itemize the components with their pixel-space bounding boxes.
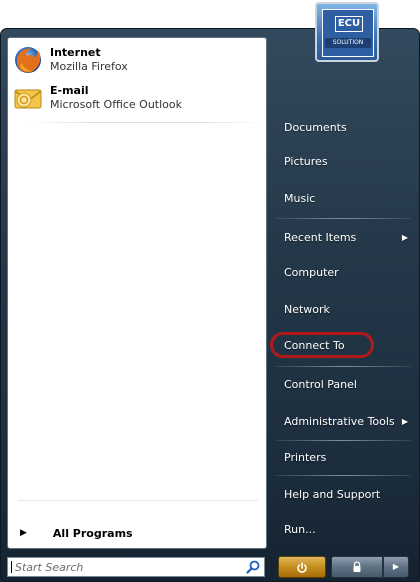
all-programs-separator xyxy=(18,500,258,501)
pinned-programs-panel: Internet Mozilla Firefox E-mail Microsof… xyxy=(7,37,267,549)
user-picture-caption: SOLUTION xyxy=(325,38,371,48)
pinned-item-subtitle: Microsoft Office Outlook xyxy=(50,98,182,111)
pinned-item-title: E-mail xyxy=(50,84,89,97)
menu-item-printers[interactable]: Printers xyxy=(272,445,412,471)
arrow-right-icon: ▶ xyxy=(392,562,400,571)
menu-item-pictures[interactable]: Pictures xyxy=(272,149,412,175)
user-picture[interactable]: ECU SOLUTION xyxy=(315,2,379,62)
menu-item-administrative-tools[interactable]: Administrative Tools ▶ xyxy=(272,409,412,435)
menu-item-label: Network xyxy=(284,303,330,316)
submenu-arrow-icon: ▶ xyxy=(401,417,408,426)
lock-icon xyxy=(353,561,361,572)
firefox-icon xyxy=(15,47,41,73)
highlight-annotation xyxy=(270,332,374,358)
pinned-item-email[interactable]: E-mail Microsoft Office Outlook xyxy=(12,80,262,116)
menu-separator xyxy=(276,440,411,441)
menu-item-label: Music xyxy=(284,192,316,205)
search-icon[interactable] xyxy=(245,559,261,575)
pinned-separator xyxy=(26,122,266,123)
menu-item-control-panel[interactable]: Control Panel xyxy=(272,372,412,398)
menu-item-network[interactable]: Network xyxy=(272,297,412,323)
all-programs-label: All Programs xyxy=(52,526,133,540)
pinned-item-subtitle: Mozilla Firefox xyxy=(50,60,128,73)
pinned-item-title: Internet xyxy=(50,46,101,59)
menu-item-label: Documents xyxy=(284,121,347,134)
menu-separator xyxy=(276,218,411,219)
submenu-arrow-icon: ▶ xyxy=(401,233,408,242)
menu-item-label: Help and Support xyxy=(284,488,381,501)
lock-button[interactable] xyxy=(331,556,383,578)
menu-item-music[interactable]: Music xyxy=(272,186,412,212)
triangle-right-icon: ▶ xyxy=(20,528,27,538)
menu-item-label: Recent Items xyxy=(284,231,357,244)
power-button[interactable] xyxy=(278,556,326,578)
menu-item-computer[interactable]: Computer xyxy=(272,260,412,286)
menu-item-label: Control Panel xyxy=(284,378,357,391)
menu-item-label: Run... xyxy=(284,523,316,536)
outlook-icon xyxy=(14,89,42,109)
menu-separator xyxy=(276,366,411,367)
menu-item-help-and-support[interactable]: Help and Support xyxy=(272,482,412,508)
menu-item-documents[interactable]: Documents xyxy=(272,115,412,141)
pinned-item-internet[interactable]: Internet Mozilla Firefox xyxy=(12,42,262,78)
menu-item-recent-items[interactable]: Recent Items ▶ xyxy=(272,225,412,251)
user-picture-image: ECU SOLUTION xyxy=(322,9,374,57)
menu-separator xyxy=(276,475,411,476)
menu-item-label: Administrative Tools xyxy=(284,415,395,428)
menu-item-label: Printers xyxy=(284,451,327,464)
power-icon xyxy=(297,561,307,573)
menu-item-label: Computer xyxy=(284,266,339,279)
all-programs-button[interactable]: ▶ All Programs xyxy=(16,522,256,544)
search-input[interactable] xyxy=(12,558,245,576)
start-search-box[interactable] xyxy=(7,557,265,577)
menu-item-run[interactable]: Run... xyxy=(272,517,412,543)
user-picture-brand: ECU xyxy=(335,16,363,32)
menu-item-label: Pictures xyxy=(284,155,328,168)
shutdown-options-button[interactable]: ▶ xyxy=(383,556,409,578)
